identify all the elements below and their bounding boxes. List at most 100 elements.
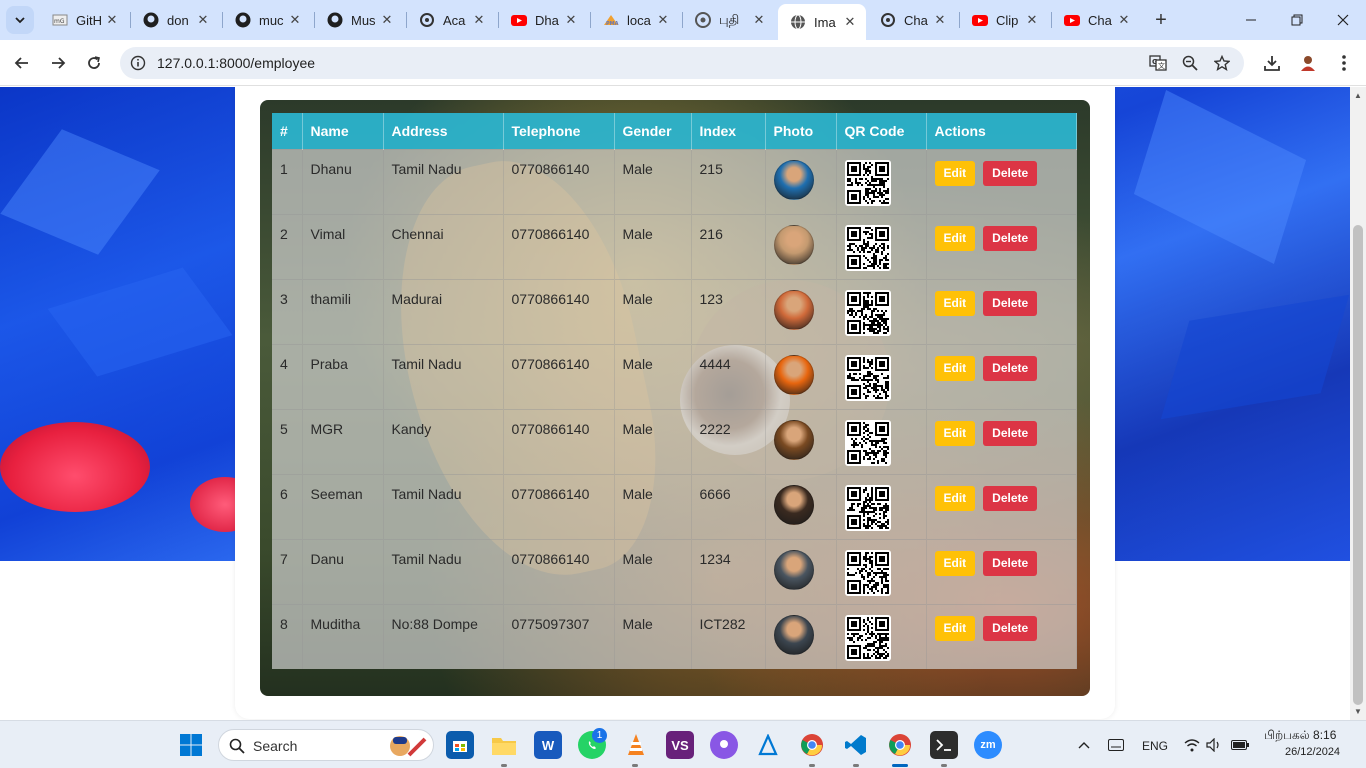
delete-button[interactable]: Delete — [983, 420, 1038, 446]
url-text[interactable]: 127.0.0.1:8000/employee — [157, 55, 315, 71]
vlc-app-icon[interactable] — [622, 731, 650, 759]
close-icon[interactable]: ✕ — [1024, 12, 1040, 28]
cell-gender: Male — [614, 408, 692, 474]
cell-qr-code — [836, 408, 927, 474]
cell-photo — [765, 603, 837, 669]
language-indicator[interactable]: ENG — [1142, 739, 1168, 753]
file-explorer-icon[interactable] — [490, 731, 518, 759]
close-icon[interactable]: ✕ — [287, 12, 303, 28]
scroll-down-arrow-icon[interactable]: ▼ — [1354, 707, 1362, 716]
close-icon[interactable]: ✕ — [563, 12, 579, 28]
store-app-icon[interactable] — [446, 731, 474, 759]
tab-9[interactable]: Cha ✕ — [868, 4, 956, 36]
tab-8-active[interactable]: Ima ✕ — [778, 4, 866, 40]
edit-button[interactable]: Edit — [934, 615, 976, 641]
restore-button[interactable] — [1274, 0, 1320, 40]
forward-button[interactable] — [44, 49, 72, 77]
cell-actions: Edit Delete — [926, 148, 1077, 214]
edit-button[interactable]: Edit — [934, 485, 976, 511]
edit-button[interactable]: Edit — [934, 225, 976, 251]
taskbar-search[interactable]: Search — [218, 729, 434, 761]
close-icon[interactable]: ✕ — [104, 12, 120, 28]
close-icon[interactable]: ✕ — [932, 12, 948, 28]
tab-7[interactable]: புதி ✕ — [683, 4, 775, 36]
keyboard-icon[interactable] — [1102, 731, 1130, 759]
azure-app-icon[interactable] — [754, 731, 782, 759]
back-button[interactable] — [8, 49, 36, 77]
close-icon[interactable]: ✕ — [842, 14, 858, 30]
address-bar[interactable]: 127.0.0.1:8000/employee G文 — [120, 47, 1244, 79]
show-hidden-icons-chevron-icon[interactable] — [1070, 731, 1098, 759]
battery-icon[interactable] — [1226, 731, 1254, 759]
visual-studio-app-icon[interactable]: VS — [666, 731, 694, 759]
vscode-app-icon[interactable] — [842, 731, 870, 759]
chrome-profile-app-icon[interactable] — [886, 731, 914, 759]
restore-icon — [1291, 14, 1303, 26]
running-indicator — [501, 764, 507, 767]
openai-icon — [880, 12, 896, 28]
tab-0[interactable]: mG GitH ✕ — [40, 4, 128, 36]
tab-3[interactable]: Mus ✕ — [315, 4, 403, 36]
clock-date[interactable]: 26/12/2024 — [1285, 746, 1340, 758]
scrollbar-thumb[interactable] — [1353, 225, 1363, 705]
close-icon[interactable]: ✕ — [379, 12, 395, 28]
delete-button[interactable]: Delete — [983, 225, 1038, 251]
volume-icon[interactable] — [1200, 731, 1228, 759]
close-icon[interactable]: ✕ — [751, 12, 767, 28]
scroll-up-arrow-icon[interactable]: ▲ — [1354, 91, 1362, 100]
page-scrollbar[interactable]: ▲ ▼ — [1350, 87, 1366, 720]
new-tab-button[interactable]: + — [1150, 9, 1172, 31]
close-icon[interactable]: ✕ — [655, 12, 671, 28]
word-app-icon[interactable]: W — [534, 731, 562, 759]
close-icon[interactable]: ✕ — [195, 12, 211, 28]
minimize-button[interactable] — [1228, 0, 1274, 40]
tab-search-button[interactable] — [6, 6, 34, 34]
page-content: # Name Address Telephone Gender Index Ph… — [0, 87, 1350, 720]
close-window-button[interactable] — [1320, 0, 1366, 40]
tab-4[interactable]: Aca ✕ — [407, 4, 495, 36]
cell-qr-code — [836, 473, 927, 539]
edit-button[interactable]: Edit — [934, 420, 976, 446]
menu-button[interactable] — [1330, 49, 1358, 77]
tab-5[interactable]: Dha ✕ — [499, 4, 587, 36]
edit-button[interactable]: Edit — [934, 160, 976, 186]
close-icon[interactable]: ✕ — [1116, 12, 1132, 28]
cell-telephone: 0770866140 — [503, 473, 615, 539]
github-desktop-app-icon[interactable] — [710, 731, 738, 759]
cell-gender: Male — [614, 603, 692, 669]
tab-1[interactable]: don ✕ — [131, 4, 219, 36]
close-icon[interactable]: ✕ — [471, 12, 487, 28]
delete-button[interactable]: Delete — [983, 550, 1038, 576]
start-button[interactable] — [177, 731, 205, 759]
edit-button[interactable]: Edit — [934, 290, 976, 316]
cell-actions: Edit Delete — [926, 343, 1077, 409]
delete-button[interactable]: Delete — [983, 615, 1038, 641]
tab-6[interactable]: PMA loca ✕ — [591, 4, 679, 36]
terminal-app-icon[interactable] — [930, 731, 958, 759]
info-icon[interactable] — [130, 55, 146, 71]
delete-button[interactable]: Delete — [983, 290, 1038, 316]
edit-button[interactable]: Edit — [934, 355, 976, 381]
bookmark-star-icon[interactable] — [1212, 53, 1232, 73]
downloads-button[interactable] — [1258, 49, 1286, 77]
translate-icon[interactable]: G文 — [1148, 53, 1168, 73]
edit-button[interactable]: Edit — [934, 550, 976, 576]
cell-number: 2 — [272, 213, 303, 279]
chrome-app-icon[interactable] — [798, 731, 826, 759]
tab-11[interactable]: Cha ✕ — [1052, 4, 1140, 36]
reload-button[interactable] — [80, 49, 108, 77]
cell-name: Seeman — [302, 473, 384, 539]
tab-10[interactable]: Clip ✕ — [960, 4, 1048, 36]
clock-time[interactable]: பிற்பகல் 8:16 — [1264, 728, 1336, 744]
github-icon — [143, 12, 159, 28]
zoom-icon[interactable] — [1180, 53, 1200, 73]
tab-title: Cha — [904, 12, 928, 28]
delete-button[interactable]: Delete — [983, 355, 1038, 381]
tab-title: don — [167, 12, 189, 28]
qr-code-image — [844, 224, 891, 271]
tab-2[interactable]: muc ✕ — [223, 4, 311, 36]
phpmyadmin-icon: PMA — [603, 12, 619, 28]
delete-button[interactable]: Delete — [983, 160, 1038, 186]
zoom-app-icon[interactable]: zm — [974, 731, 1002, 759]
delete-button[interactable]: Delete — [983, 485, 1038, 511]
